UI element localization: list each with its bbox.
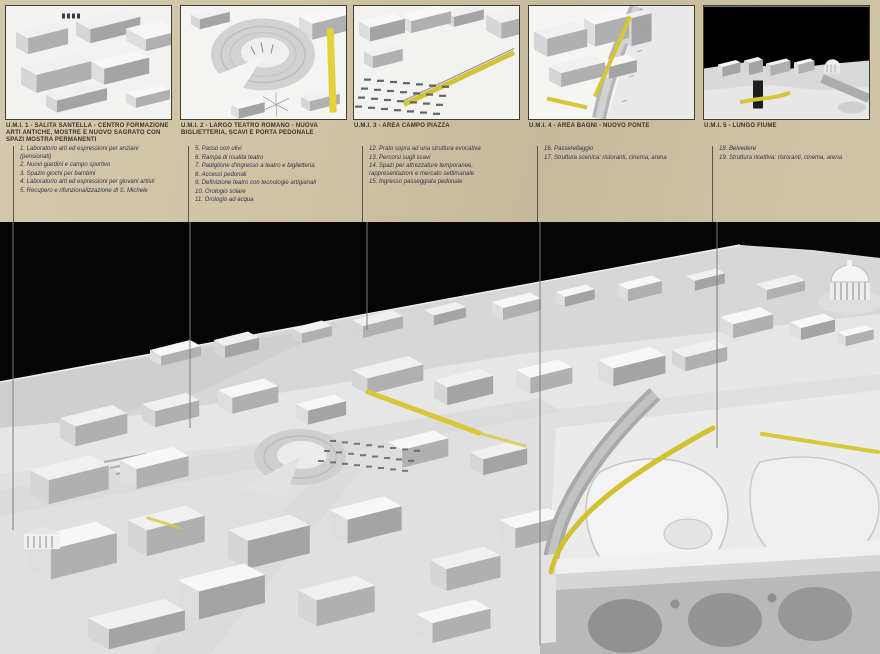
list-item: 5. Passo con ulivi bbox=[195, 146, 340, 154]
list-item: 9. Definizione teatro con tecnologie art… bbox=[195, 180, 340, 188]
list-umi-1: 1. Laboratorio arti ed espressioni per a… bbox=[13, 146, 165, 222]
list-item: 2. Nuovi giardini e campo sportivo bbox=[20, 162, 165, 170]
list-item: 12. Prato sopra ad una struttura evocati… bbox=[369, 146, 514, 154]
list-item: 19. Struttura ricettiva: ristoranti, cin… bbox=[719, 155, 864, 163]
list-umi-4: 16. Passerellaggio 17. Struttura scenica… bbox=[537, 146, 689, 222]
caption-umi-1: U.M.I. 1 - SALITA SANTELLA - CENTRO FORM… bbox=[6, 123, 174, 144]
excavation-thumbnail bbox=[354, 6, 519, 119]
list-item: 3. Spazio giochi per bambini bbox=[20, 171, 165, 179]
thumbnail-umi-5-view bbox=[703, 5, 870, 120]
list-umi-2: 5. Passo con ulivi 6. Rampa di risalita … bbox=[188, 146, 340, 222]
curved-road-thumbnail bbox=[529, 6, 694, 119]
roman-theater-thumbnail bbox=[181, 6, 346, 119]
list-item: 5. Recupero e rifunzionalizzazione di S.… bbox=[20, 188, 165, 196]
list-umi-3: 12. Prato sopra ad una struttura evocati… bbox=[362, 146, 514, 222]
caption-umi-3: U.M.I. 3 - AREA CAMPO PIAZZA bbox=[354, 123, 522, 130]
list-item: 15. Ingresso passeggiata pedonale bbox=[369, 179, 514, 187]
list-item: 7. Padiglione d'ingresso a teatro e bigl… bbox=[195, 163, 340, 171]
list-item: 1. Laboratorio arti ed espressioni per a… bbox=[20, 146, 165, 161]
city-massing-model bbox=[0, 222, 880, 654]
list-item: 13. Percorsi sugli scavi bbox=[369, 155, 514, 163]
caption-umi-4: U.M.I. 4 - AREA BAGNI - NUOVO PONTE bbox=[529, 123, 697, 130]
list-item: 18. Belvedere bbox=[719, 146, 864, 154]
round-terrain-blob bbox=[838, 102, 866, 114]
caption-umi-5: U.M.I. 5 - LUNGO FIUME bbox=[704, 123, 872, 130]
thumbnail-umi-4-view bbox=[528, 5, 695, 120]
main-model-view bbox=[0, 222, 880, 654]
presentation-board: U.M.I. 1 - SALITA SANTELLA - CENTRO FORM… bbox=[0, 0, 880, 654]
list-item: 8. Accessi pedonali bbox=[195, 172, 340, 180]
list-umi-5: 18. Belvedere 19. Struttura ricettiva: r… bbox=[712, 146, 864, 222]
list-item: 14. Spazi per attrezzature temporanee, r… bbox=[369, 163, 514, 178]
list-item: 16. Passerellaggio bbox=[544, 146, 689, 154]
caption-umi-2: U.M.I. 2 - LARGO TEATRO ROMANO - NUOVA B… bbox=[181, 123, 349, 137]
dark-monolith bbox=[753, 81, 763, 109]
list-item: 4. Laboratorio arti ed espressioni per g… bbox=[20, 179, 165, 187]
list-item: 17. Struttura scenica: ristoranti, cinem… bbox=[544, 155, 689, 163]
thumbnail-umi-1-view bbox=[5, 5, 172, 120]
list-item: 11. Orologio ad acqua bbox=[195, 197, 340, 205]
aerial-model-thumbnail bbox=[6, 6, 171, 119]
riverside-night-thumbnail bbox=[704, 6, 869, 119]
thumbnail-umi-3-view bbox=[353, 5, 520, 120]
list-item: 6. Rampa di risalita teatro bbox=[195, 155, 340, 163]
thumbnail-umi-2-view bbox=[180, 5, 347, 120]
list-item: 10. Orologio solare bbox=[195, 189, 340, 197]
